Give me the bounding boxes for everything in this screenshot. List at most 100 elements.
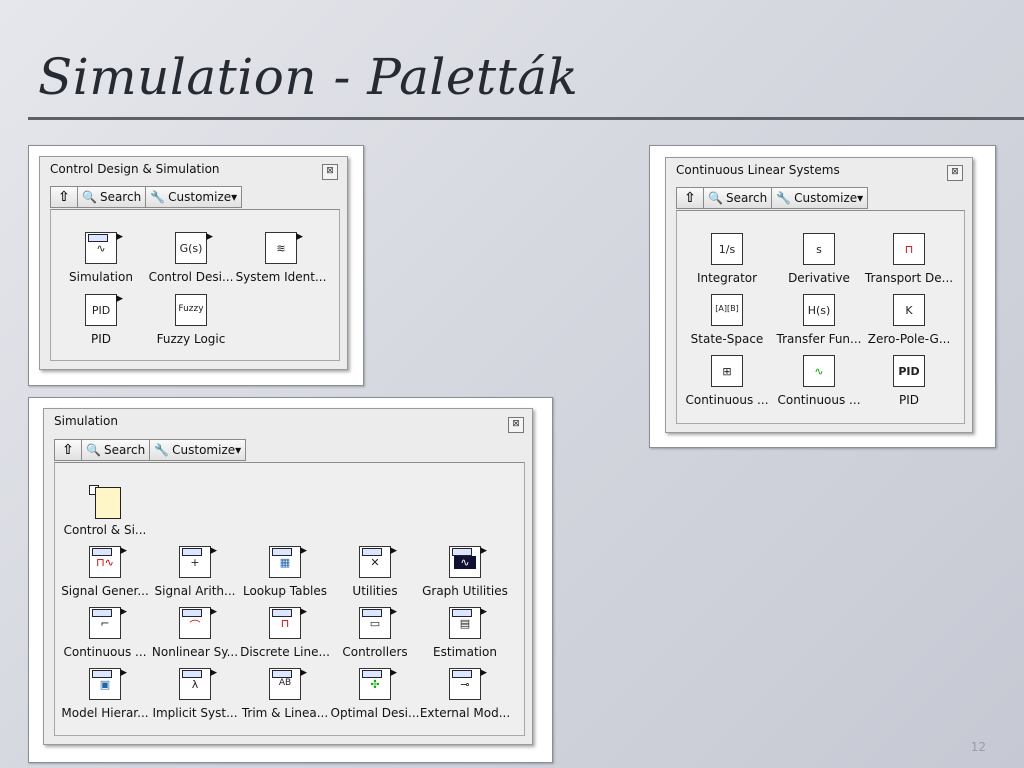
search-icon: 🔍 bbox=[82, 190, 97, 204]
utilities-icon: ▶ ✕ bbox=[359, 546, 397, 578]
external-model-icon: ▶ ⊸ bbox=[449, 668, 487, 700]
item-label: Discrete Line... bbox=[240, 645, 330, 659]
item-label: Transfer Fun... bbox=[776, 332, 862, 346]
palette-title: Continuous Linear Systems bbox=[676, 163, 840, 177]
customize-button[interactable]: 🔧 Customize▾ bbox=[146, 187, 242, 207]
control-and-simulation-loop-icon bbox=[89, 485, 121, 519]
item-label: Integrator bbox=[696, 271, 758, 285]
close-icon[interactable]: ⊠ bbox=[322, 164, 338, 180]
palette-item-nonlinear-systems[interactable]: ▶ ⌒ Nonlinear Sy... bbox=[149, 607, 241, 659]
wrench-icon: 🔧 bbox=[154, 443, 170, 457]
palette-toolbar: ⇧ 🔍 Search 🔧 Customize▾ bbox=[676, 187, 869, 209]
close-icon[interactable]: ⊠ bbox=[508, 417, 524, 433]
item-label: Continuous ... bbox=[685, 393, 769, 407]
fuzzy-logic-icon: Fuzzy bbox=[175, 294, 207, 326]
item-label: PID bbox=[898, 393, 919, 407]
palette-item-discrete-linear[interactable]: ▶ ⊓ Discrete Line... bbox=[239, 607, 331, 659]
item-label: Controllers bbox=[342, 645, 408, 659]
discrete-linear-icon: ▶ ⊓ bbox=[269, 607, 307, 639]
item-label: Utilities bbox=[352, 584, 398, 598]
palette-item-simulation[interactable]: ▶ ∿ Simulation bbox=[55, 232, 147, 284]
item-label: Signal Arith... bbox=[154, 584, 236, 598]
continuous-linear-palette: Continuous Linear Systems ⊠ ⇧ 🔍 Search 🔧 C… bbox=[665, 157, 973, 433]
item-label: Fuzzy Logic bbox=[156, 332, 226, 346]
palette-item-transport-delay[interactable]: ⊓ Transport De... bbox=[863, 233, 955, 285]
state-space-icon: [A][B] bbox=[711, 294, 743, 326]
palette-item-utilities[interactable]: ▶ ✕ Utilities bbox=[329, 546, 421, 598]
palette-item-controllers[interactable]: ▶ ▭ Controllers bbox=[329, 607, 421, 659]
palette-toolbar: ⇧ 🔍 Search 🔧 Customize▾ bbox=[50, 186, 243, 208]
palette-item-integrator[interactable]: 1/s Integrator bbox=[681, 233, 773, 285]
palette-item-continuous-1[interactable]: ⊞ Continuous ... bbox=[681, 355, 773, 407]
palette-item-state-space[interactable]: [A][B] State-Space bbox=[681, 294, 773, 346]
wrench-icon: 🔧 bbox=[150, 190, 166, 204]
palette-item-control-and-simulation-loop[interactable]: Control & Si... bbox=[59, 485, 151, 537]
search-button[interactable]: 🔍 Search bbox=[704, 188, 773, 208]
nonlinear-systems-icon: ▶ ⌒ bbox=[179, 607, 217, 639]
derivative-icon: s bbox=[803, 233, 835, 265]
palette-item-optimal-design[interactable]: ▶ ✣ Optimal Desi... bbox=[329, 668, 421, 720]
palette-item-model-hierarchy[interactable]: ▶ ▣ Model Hierar... bbox=[59, 668, 151, 720]
palette-content: 1/s Integrator s Derivative ⊓ Transport … bbox=[676, 210, 965, 424]
palette-item-implicit-system[interactable]: ▶ λ Implicit Syst... bbox=[149, 668, 241, 720]
palette-item-zero-pole-gain[interactable]: K Zero-Pole-G... bbox=[863, 294, 955, 346]
customize-label: Customize▾ bbox=[794, 191, 864, 205]
item-label: Zero-Pole-G... bbox=[867, 332, 951, 346]
simulation-palette: Simulation ⊠ ⇧ 🔍 Search 🔧 Customize▾ Contr… bbox=[43, 408, 533, 745]
palette-item-system-identification[interactable]: ▶ ≋ System Ident... bbox=[235, 232, 327, 284]
palette-item-continuous[interactable]: ▶ ⌐ Continuous ... bbox=[59, 607, 151, 659]
customize-label: Customize▾ bbox=[172, 443, 242, 457]
palette-item-graph-utilities[interactable]: ▶ ∿ Graph Utilities bbox=[419, 546, 511, 598]
palette-item-trim-linearize[interactable]: ▶ AB Trim & Linea... bbox=[239, 668, 331, 720]
signal-arithmetic-icon: ▶ + bbox=[179, 546, 217, 578]
up-arrow-icon[interactable]: ⇧ bbox=[51, 187, 78, 207]
continuous-icon: ▶ ⌐ bbox=[89, 607, 127, 639]
transfer-function-icon: H(s) bbox=[803, 294, 835, 326]
up-arrow-icon[interactable]: ⇧ bbox=[677, 188, 704, 208]
palette-item-pid[interactable]: PID PID bbox=[863, 355, 955, 407]
item-label: Transport De... bbox=[864, 271, 954, 285]
palette-item-lookup-tables[interactable]: ▶ ▦ Lookup Tables bbox=[239, 546, 331, 598]
continuous-icon-1: ⊞ bbox=[711, 355, 743, 387]
close-icon[interactable]: ⊠ bbox=[947, 165, 963, 181]
palette-content: Control & Si... ▶ ⊓∿ Signal Gener... ▶ + S… bbox=[54, 462, 525, 736]
customize-label: Customize▾ bbox=[168, 190, 238, 204]
customize-button[interactable]: 🔧 Customize▾ bbox=[150, 440, 246, 460]
palette-item-derivative[interactable]: s Derivative bbox=[773, 233, 865, 285]
transport-delay-icon: ⊓ bbox=[893, 233, 925, 265]
zero-pole-gain-icon: K bbox=[893, 294, 925, 326]
item-label: Simulation bbox=[69, 270, 133, 284]
control-design-palette: Control Design & Simulation ⊠ ⇧ 🔍 Search … bbox=[39, 156, 348, 370]
optimal-design-icon: ▶ ✣ bbox=[359, 668, 397, 700]
model-hierarchy-icon: ▶ ▣ bbox=[89, 668, 127, 700]
wrench-icon: 🔧 bbox=[776, 191, 792, 205]
palette-item-pid[interactable]: ▶ PID PID bbox=[55, 294, 147, 346]
palette-item-control-design[interactable]: ▶ G(s) Control Desi... bbox=[145, 232, 237, 284]
slide-title: Simulation - Paletták bbox=[38, 48, 579, 106]
item-label: Continuous ... bbox=[63, 645, 147, 659]
search-button[interactable]: 🔍 Search bbox=[82, 440, 151, 460]
item-label: Continuous ... bbox=[777, 393, 861, 407]
item-label: Implicit Syst... bbox=[152, 706, 238, 720]
item-label: Model Hierar... bbox=[61, 706, 149, 720]
item-label: Nonlinear Sy... bbox=[151, 645, 239, 659]
palette-item-continuous-2[interactable]: ∿ Continuous ... bbox=[773, 355, 865, 407]
item-label: External Mod... bbox=[419, 706, 511, 720]
palette-item-estimation[interactable]: ▶ ▤ Estimation bbox=[419, 607, 511, 659]
slide-number: 12 bbox=[970, 740, 986, 754]
simulation-icon: ▶ ∿ bbox=[85, 232, 123, 264]
item-label: Estimation bbox=[433, 645, 497, 659]
customize-button[interactable]: 🔧 Customize▾ bbox=[772, 188, 868, 208]
palette-item-fuzzy-logic[interactable]: Fuzzy Fuzzy Logic bbox=[145, 294, 237, 346]
palette-item-external-model[interactable]: ▶ ⊸ External Mod... bbox=[419, 668, 511, 720]
up-arrow-icon[interactable]: ⇧ bbox=[55, 440, 82, 460]
palette-content: ▶ ∿ Simulation ▶ G(s) Control Desi... ▶ ≋ S… bbox=[50, 209, 340, 361]
pid-icon: PID bbox=[893, 355, 925, 387]
item-label: Derivative bbox=[788, 271, 850, 285]
palette-item-signal-arithmetic[interactable]: ▶ + Signal Arith... bbox=[149, 546, 241, 598]
palette-item-signal-generation[interactable]: ▶ ⊓∿ Signal Gener... bbox=[59, 546, 151, 598]
search-button[interactable]: 🔍 Search bbox=[78, 187, 147, 207]
palette-item-transfer-function[interactable]: H(s) Transfer Fun... bbox=[773, 294, 865, 346]
title-rule bbox=[28, 117, 1024, 120]
trim-linearize-icon: ▶ AB bbox=[269, 668, 307, 700]
